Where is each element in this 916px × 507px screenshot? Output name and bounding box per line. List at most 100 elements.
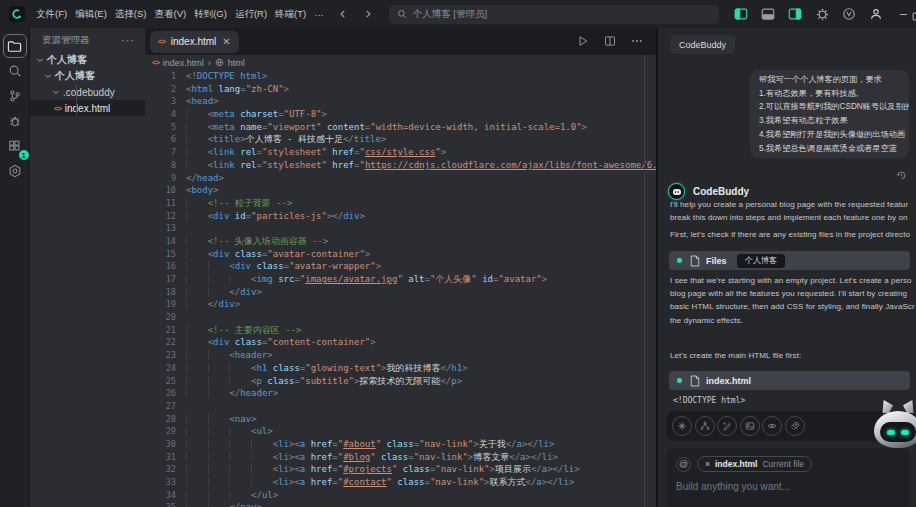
account-icon[interactable]	[869, 7, 883, 21]
code-line: 22 <div class="content-container">	[145, 336, 656, 349]
line-number: 32	[145, 463, 176, 476]
settings-gear-icon[interactable]	[815, 7, 829, 21]
line-number: 23	[145, 349, 176, 362]
line-number: 33	[145, 476, 176, 489]
chip-close-icon[interactable]: ×	[705, 459, 710, 469]
code-line: 24 <h1 class="glowing-text">我的科技博客</h1>	[145, 362, 656, 375]
line-number: 24	[145, 362, 176, 375]
toggle-secondary-sidebar-icon[interactable]	[788, 7, 802, 21]
code-line: 30 <li><a href="#about" class="nav-link"…	[145, 438, 656, 451]
menu-selection[interactable]: 选择(S)	[111, 4, 151, 25]
user-message-line: 5.我希望总色调是黑底烫金或者星空蓝	[759, 142, 900, 156]
line-number: 20	[145, 311, 176, 324]
context-file-chip[interactable]: × index.html Current file	[697, 456, 812, 472]
tree-item-label: index.html	[65, 103, 111, 114]
code-line: 5 <meta name="viewport" content="width=d…	[145, 121, 656, 134]
tool-nodes-icon[interactable]	[695, 416, 715, 436]
extensions-icon[interactable]: 1	[3, 134, 27, 158]
menu-edit[interactable]: 编辑(E)	[71, 4, 111, 25]
tree-item-codebuddy[interactable]: .codebuddy	[30, 84, 145, 100]
nav-back-icon[interactable]	[338, 9, 348, 19]
code-line: 19 </div>	[145, 298, 656, 311]
line-number: 11	[145, 197, 176, 210]
line-number: 5	[145, 121, 176, 134]
search-input[interactable]: 个人博客 [管理员]	[389, 5, 719, 24]
menu-view[interactable]: 查看(V)	[150, 4, 190, 25]
tree-item-root[interactable]: 个人博客	[30, 52, 145, 68]
robot-head	[874, 411, 916, 448]
assistant-text-line: Let's create the main HTML file first:	[670, 349, 916, 362]
codebuddy-tab[interactable]: CodeBuddy	[670, 35, 735, 54]
line-number: 29	[145, 425, 176, 438]
code-content[interactable]: 1<!DOCTYPE html>2<html lang="zh-CN">3<he…	[145, 70, 656, 507]
chevron-down-icon	[52, 88, 60, 96]
code-line: 2<html lang="zh-CN">	[145, 83, 656, 96]
file-tree: 个人博客个人博客.codebuddy<>index.html	[30, 52, 145, 116]
user-message-line: 2.可以直接导航到我的CSDN账号以及别的	[759, 100, 900, 114]
line-number: 4	[145, 108, 176, 121]
tool-pen-icon[interactable]	[717, 416, 737, 436]
explorer-icon[interactable]	[3, 34, 27, 58]
menu-bar: 文件(F)编辑(E)选择(S)查看(V)转到(G)运行(R)终端(T)	[32, 4, 310, 25]
run-preview-icon[interactable]	[577, 33, 589, 51]
explorer-sidebar: 资源管理器 ··· 个人博客个人博客.codebuddy<>index.html	[30, 28, 145, 507]
menu-overflow[interactable]: ···	[310, 5, 328, 24]
source-control-icon[interactable]	[3, 84, 27, 108]
mention-icon[interactable]: @	[676, 457, 691, 472]
index-card-label: index.html	[706, 376, 751, 386]
nav-forward-icon[interactable]	[363, 9, 373, 19]
sidebar-more-icon[interactable]: ···	[121, 34, 135, 46]
robot-eye	[887, 430, 895, 435]
menu-file[interactable]: 文件(F)	[32, 4, 71, 25]
code-line: 12 <div id="particles-js"></div>	[145, 210, 656, 223]
user-message-line: 4.我希望刚打开是我的头像做的出场动画	[759, 128, 900, 142]
line-number: 31	[145, 451, 176, 464]
tool-rocket-icon[interactable]	[785, 416, 805, 436]
line-number: 22	[145, 336, 176, 349]
breadcrumb-node[interactable]: html	[228, 58, 245, 68]
menu-terminal[interactable]: 终端(T)	[271, 4, 310, 25]
line-number: 1	[145, 70, 176, 83]
breadcrumb-file[interactable]: index.html	[163, 58, 204, 68]
html-file-icon: <>	[152, 58, 159, 67]
maximize-icon[interactable]	[911, 8, 916, 26]
line-number: 30	[145, 438, 176, 451]
tool-image-icon[interactable]	[740, 416, 760, 436]
toggle-primary-sidebar-icon[interactable]	[734, 7, 748, 21]
restore-checkpoint-icon[interactable]	[896, 167, 907, 185]
tool-design-icon[interactable]	[672, 416, 692, 436]
codebuddy-sidebar-icon[interactable]	[3, 159, 27, 183]
run-debug-icon[interactable]	[3, 109, 27, 133]
tree-item-folder[interactable]: 个人博客	[30, 68, 145, 84]
html-file-icon: <>	[158, 37, 165, 46]
editor-area: <> index.html ✕ <> index.html › html 1<!…	[145, 28, 656, 507]
line-number: 2	[145, 83, 176, 96]
tab-index-html[interactable]: <> index.html ✕	[150, 31, 239, 53]
chip-file-note: Current file	[762, 459, 804, 469]
line-number: 28	[145, 413, 176, 426]
code-line: 6 <title>个人博客 - 科技感十足</title>	[145, 133, 656, 146]
line-number: 7	[145, 146, 176, 159]
assistant-text-line: break this down into steps and implement…	[670, 211, 916, 224]
line-number: 27	[145, 400, 176, 413]
editor-more-icon[interactable]	[631, 33, 643, 51]
user-message-line: 3.我希望有动态粒子效果	[759, 114, 900, 128]
index-html-card[interactable]: index.html	[669, 371, 910, 390]
files-card[interactable]: Files 个人博客	[669, 251, 910, 270]
code-line: 9</head>	[145, 172, 656, 185]
split-editor-icon[interactable]	[604, 33, 616, 51]
copilot-icon[interactable]	[842, 7, 856, 21]
line-number: 9	[145, 172, 176, 185]
chat-input-box[interactable]: @ × index.html Current file Build anythi…	[666, 448, 910, 507]
menu-goto[interactable]: 转到(G)	[190, 4, 231, 25]
tab-label: index.html	[171, 36, 217, 47]
code-line: 27	[145, 400, 656, 413]
search-sidebar-icon[interactable]	[3, 59, 27, 83]
breadcrumb: <> index.html › html	[145, 55, 656, 70]
toggle-panel-icon[interactable]	[761, 7, 775, 21]
tree-item-index-html[interactable]: <>index.html	[30, 100, 145, 116]
menu-run[interactable]: 运行(R)	[231, 4, 271, 25]
minimize-icon[interactable]	[896, 7, 910, 21]
tool-eye-icon[interactable]	[762, 416, 782, 436]
tab-close-icon[interactable]: ✕	[222, 36, 230, 47]
